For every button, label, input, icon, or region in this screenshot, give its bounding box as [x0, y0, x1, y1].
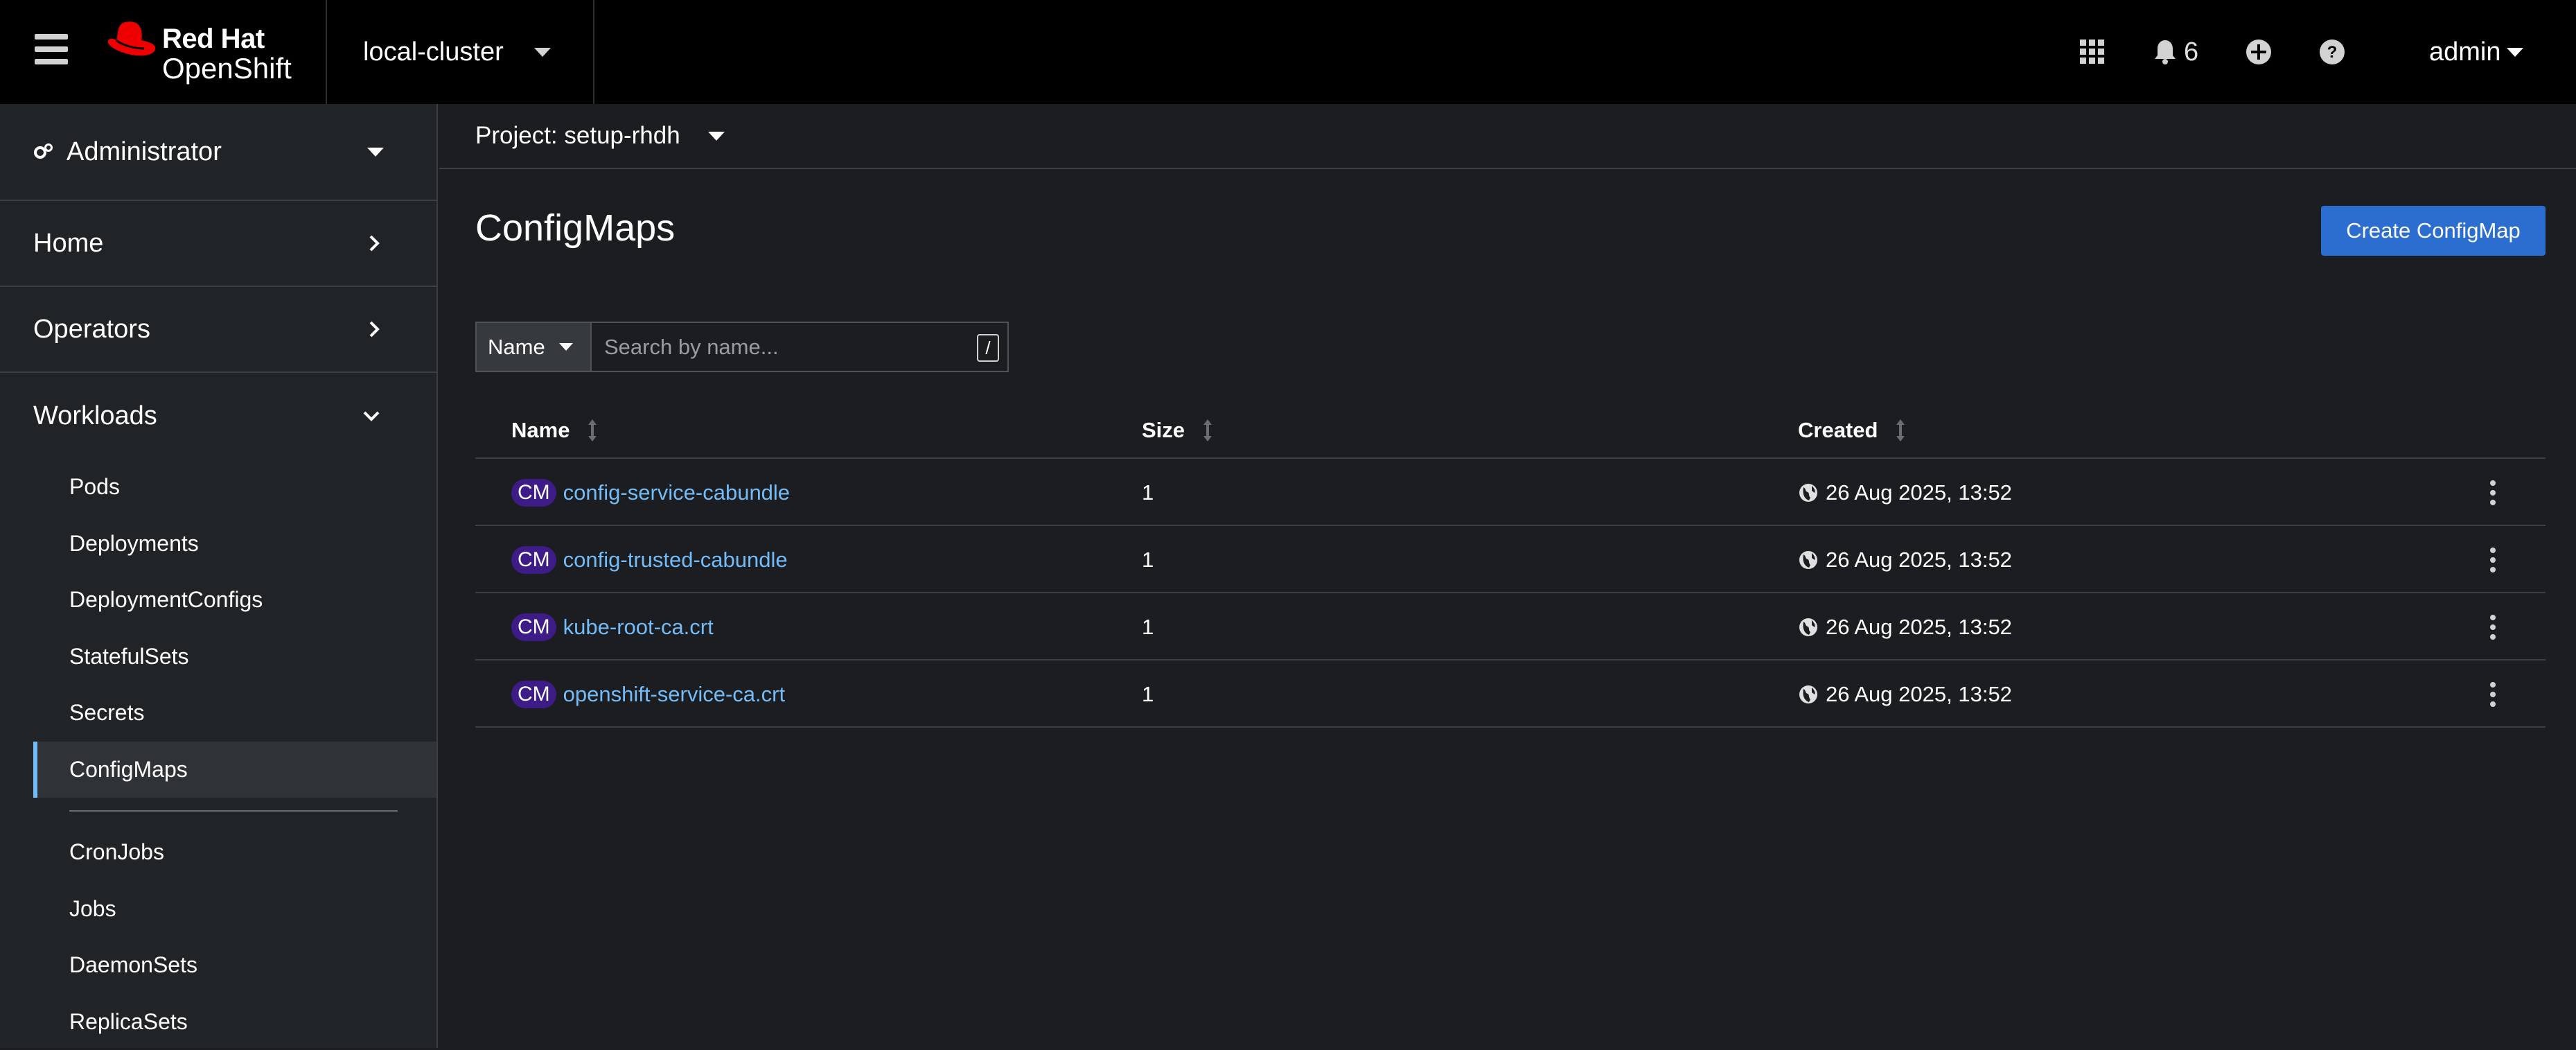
- nav-section-label: Home: [33, 229, 103, 259]
- nav-section-operators[interactable]: Operators: [0, 287, 436, 373]
- created-timestamp: 26 Aug 2025, 13:52: [1826, 548, 2012, 572]
- column-header-size[interactable]: Size: [1142, 402, 1212, 459]
- table-row: CM openshift-service-ca.crt 1 26 Aug 202…: [475, 660, 2546, 728]
- brand-name-line1: Red Hat: [162, 22, 265, 55]
- masthead: Red Hat OpenShift local-cluster 6: [0, 0, 2576, 104]
- notification-count: 6: [2184, 37, 2198, 67]
- perspective-label: Administrator: [67, 137, 222, 167]
- sidebar-divider: [69, 810, 398, 812]
- keyboard-shortcut-hint: /: [977, 334, 999, 362]
- cogs-icon: [33, 143, 54, 161]
- filter-toolbar: Name /: [475, 322, 1009, 372]
- globe-icon: [1798, 684, 1819, 705]
- sort-icon: [1896, 419, 1905, 442]
- chevron-down-icon: [2507, 48, 2523, 57]
- kebab-menu-icon[interactable]: [2489, 615, 2497, 640]
- chevron-right-icon: [367, 320, 381, 339]
- column-header-name[interactable]: Name: [511, 402, 597, 459]
- configmap-size: 1: [1142, 593, 1154, 660]
- column-header-label: Name: [511, 418, 570, 443]
- globe-icon: [1798, 617, 1819, 638]
- sort-icon: [588, 419, 597, 442]
- sidebar-item-cronjobs[interactable]: CronJobs: [0, 824, 436, 881]
- sidebar-item-configmaps[interactable]: ConfigMaps: [33, 742, 436, 798]
- brand-logo[interactable]: Red Hat OpenShift: [105, 19, 299, 82]
- kebab-menu-icon[interactable]: [2489, 480, 2497, 505]
- created-timestamp: 26 Aug 2025, 13:52: [1826, 615, 2012, 640]
- user-menu[interactable]: admin: [2429, 0, 2523, 104]
- sidebar-item-daemonsets[interactable]: DaemonSets: [0, 937, 436, 994]
- filter-type-select[interactable]: Name: [475, 322, 592, 372]
- column-header-label: Size: [1142, 418, 1185, 443]
- column-header-label: Created: [1798, 418, 1878, 443]
- sidebar-item-replicasets[interactable]: ReplicaSets: [0, 994, 436, 1050]
- chevron-right-icon: [367, 234, 381, 253]
- globe-icon: [1798, 550, 1819, 570]
- search-input[interactable]: [603, 334, 963, 360]
- chevron-down-icon: [362, 409, 381, 423]
- cluster-name: local-cluster: [363, 37, 504, 67]
- project-label: Project: setup-rhdh: [475, 122, 680, 150]
- project-selector[interactable]: Project: setup-rhdh: [439, 104, 2576, 169]
- column-header-created[interactable]: Created: [1798, 402, 1905, 459]
- sidebar-item-deploymentconfigs[interactable]: DeploymentConfigs: [0, 572, 436, 629]
- brand-name-line2: OpenShift: [162, 51, 292, 86]
- notifications-button[interactable]: 6: [2153, 0, 2198, 104]
- table-row: CM config-service-cabundle 1 26 Aug 2025…: [475, 459, 2546, 526]
- sidebar: Administrator Home Operators Workloads P…: [0, 104, 438, 1048]
- configmap-badge: CM: [511, 681, 556, 708]
- user-name: admin: [2429, 37, 2501, 67]
- created-timestamp: 26 Aug 2025, 13:52: [1826, 682, 2012, 707]
- sidebar-item-jobs[interactable]: Jobs: [0, 881, 436, 938]
- workloads-submenu: Pods Deployments DeploymentConfigs State…: [0, 459, 436, 1050]
- red-hat-logo-icon: [105, 19, 158, 61]
- nav-section-label: Operators: [33, 315, 150, 344]
- globe-icon: [1798, 482, 1819, 503]
- configmap-name-link[interactable]: config-trusted-cabundle: [563, 548, 788, 572]
- bell-icon: [2153, 39, 2177, 65]
- created-timestamp: 26 Aug 2025, 13:52: [1826, 480, 2012, 505]
- search-field: /: [592, 322, 1009, 372]
- configmap-size: 1: [1142, 459, 1154, 526]
- sidebar-item-statefulsets[interactable]: StatefulSets: [0, 629, 436, 685]
- plus-circle-icon[interactable]: [2245, 0, 2273, 104]
- table-row: CM config-trusted-cabundle 1 26 Aug 2025…: [475, 526, 2546, 593]
- sidebar-item-deployments[interactable]: Deployments: [0, 516, 436, 572]
- page-title: ConfigMaps: [475, 207, 675, 250]
- table-header: Name Size Created: [475, 402, 2546, 459]
- perspective-switcher[interactable]: Administrator: [0, 104, 436, 201]
- cluster-selector[interactable]: local-cluster: [326, 0, 594, 104]
- sort-icon: [1203, 419, 1212, 442]
- main-content: Project: setup-rhdh ConfigMaps Create Co…: [439, 104, 2576, 1048]
- kebab-menu-icon[interactable]: [2489, 682, 2497, 707]
- nav-section-home[interactable]: Home: [0, 201, 436, 287]
- nav-section-label: Workloads: [33, 401, 157, 431]
- configmap-badge: CM: [511, 546, 556, 574]
- configmap-size: 1: [1142, 660, 1154, 728]
- chevron-down-icon: [559, 343, 573, 351]
- menu-icon[interactable]: [35, 34, 68, 64]
- table-row: CM kube-root-ca.crt 1 26 Aug 2025, 13:52: [475, 593, 2546, 660]
- apps-grid-icon[interactable]: [2079, 0, 2106, 104]
- configmap-name-link[interactable]: openshift-service-ca.crt: [563, 682, 785, 707]
- svg-text:?: ?: [2327, 43, 2338, 62]
- kebab-menu-icon[interactable]: [2489, 548, 2497, 572]
- configmap-size: 1: [1142, 526, 1154, 593]
- configmap-badge: CM: [511, 613, 556, 641]
- help-icon[interactable]: ?: [2318, 0, 2346, 104]
- chevron-down-icon: [708, 132, 725, 141]
- chevron-down-icon: [534, 48, 551, 57]
- filter-type-label: Name: [488, 335, 545, 360]
- nav-section-workloads[interactable]: Workloads: [0, 373, 436, 459]
- sidebar-item-pods[interactable]: Pods: [0, 459, 436, 516]
- chevron-down-icon: [367, 148, 384, 157]
- configmap-name-link[interactable]: config-service-cabundle: [563, 480, 790, 505]
- sidebar-item-secrets[interactable]: Secrets: [0, 685, 436, 742]
- create-configmap-button[interactable]: Create ConfigMap: [2321, 206, 2546, 256]
- configmap-name-link[interactable]: kube-root-ca.crt: [563, 615, 714, 640]
- configmap-badge: CM: [511, 479, 556, 507]
